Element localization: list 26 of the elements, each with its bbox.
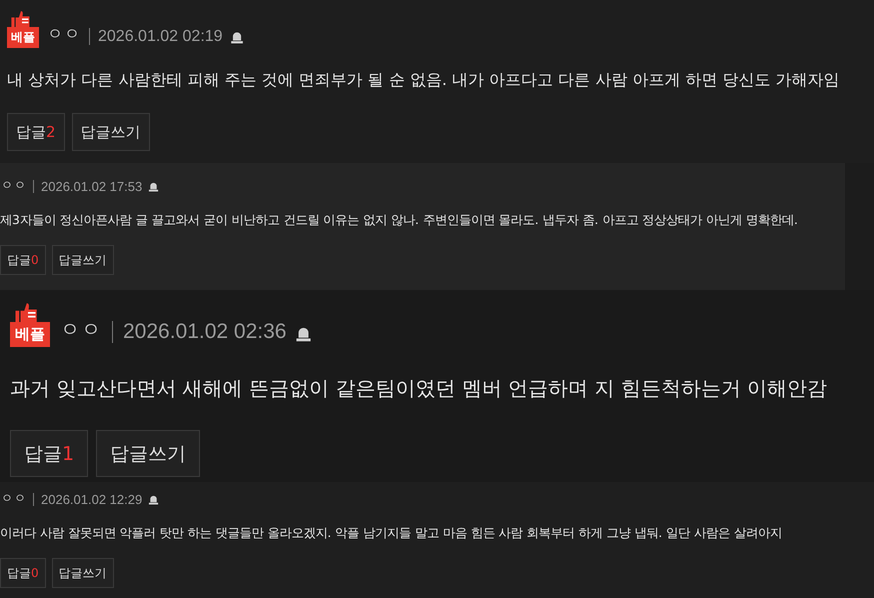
bell-icon[interactable] <box>294 325 312 342</box>
comment-date: 2026.01.02 17:53 <box>41 179 142 194</box>
reply-count-button[interactable]: 답글0 <box>0 245 46 275</box>
author-name: ㅇㅇ <box>1 177 27 194</box>
best-badge: 베플 <box>7 27 39 48</box>
reply-count-button[interactable]: 답글1 <box>10 430 88 477</box>
write-reply-button[interactable]: 답글쓰기 <box>96 430 200 477</box>
write-reply-button[interactable]: 답글쓰기 <box>52 558 114 588</box>
author-name: ㅇㅇ <box>47 24 81 45</box>
reply-count-button[interactable]: 답글0 <box>0 558 46 588</box>
comment-text: 이러다 사람 잘못되면 악플러 탓만 하는 댓글들만 올라오겠지. 악플 남기지들 말고 마음 힘든 사람 회복부터 하게 그냥 냅둬. 일단 사람은 살려아지 <box>0 525 783 542</box>
reply-count-button[interactable]: 답글2 <box>7 113 65 151</box>
comment-date: 2026.01.02 12:29 <box>41 492 142 507</box>
comment-date: 2026.01.02 02:36 <box>123 320 286 344</box>
bell-icon[interactable] <box>230 30 244 44</box>
comment-text: 제3자들이 정신아픈사람 글 끌고와서 굳이 비난하고 건드릴 이유는 없지 않나. 주변인들이면 몰라도. 냅두자 좀. 아프고 정상상태가 아닌게 명확한데. <box>0 212 799 229</box>
author-name: ㅇㅇ <box>1 490 27 507</box>
best-badge: 베플 <box>10 322 50 347</box>
author-name: ㅇㅇ <box>60 316 102 343</box>
comment-text: 과거 잊고산다면서 새해에 뜬금없이 같은팀이였던 멤버 언급하며 지 힘든척하는거 이해안감 <box>10 375 828 402</box>
bell-icon[interactable] <box>148 181 160 192</box>
write-reply-button[interactable]: 답글쓰기 <box>72 113 150 151</box>
comment-text: 내 상처가 다른 사람한테 피해 주는 것에 면죄부가 될 순 없음. 내가 아프다고 다른 사람 아프게 하면 당신도 가해자임 <box>7 70 841 91</box>
bell-icon[interactable] <box>148 494 160 505</box>
write-reply-button[interactable]: 답글쓰기 <box>52 245 114 275</box>
comment-date: 2026.01.02 02:19 <box>98 28 223 46</box>
